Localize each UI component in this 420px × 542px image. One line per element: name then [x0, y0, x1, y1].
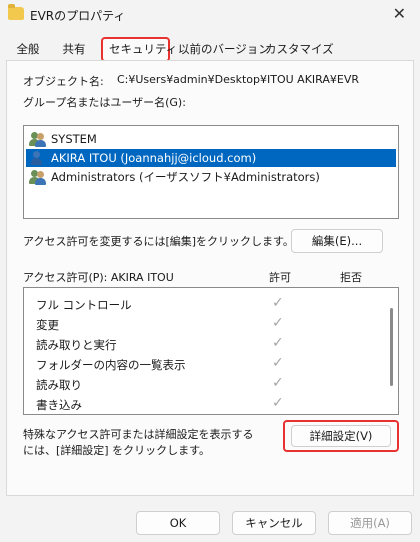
- permissions-list: フル コントロール ✓ 変更 ✓ 読み取りと実行 ✓ フォルダーの内容の一覧表示…: [23, 287, 399, 415]
- tab-security[interactable]: セキュリティ: [101, 37, 177, 62]
- table-row: 読み取りと実行 ✓: [24, 334, 384, 354]
- change-permissions-hint: アクセス許可を変更するには[編集]をクリックします。: [23, 235, 294, 248]
- tab-customize[interactable]: カスタマイズ: [259, 39, 334, 61]
- table-row: 読み取り ✓: [24, 374, 384, 394]
- check-icon: ✓: [272, 295, 284, 311]
- tab-previous-versions[interactable]: 以前のバージョン: [172, 39, 270, 61]
- check-icon: ✓: [272, 375, 284, 391]
- principal-name: AKIRA ITOU (Joannahjj@icloud.com): [51, 151, 257, 165]
- tab-sharing[interactable]: 共有: [54, 39, 94, 61]
- security-panel: オブジェクト名: C:¥Users¥admin¥Desktop¥ITOU AKI…: [6, 60, 414, 496]
- tab-general[interactable]: 全般: [8, 39, 48, 61]
- permissions-header: アクセス許可(P): AKIRA ITOU: [23, 271, 174, 284]
- group-users-icon: [29, 131, 47, 147]
- window-title: EVRのプロパティ: [30, 9, 126, 23]
- table-row: フォルダーの内容の一覧表示 ✓: [24, 354, 384, 374]
- list-item-selected[interactable]: AKIRA ITOU (Joannahjj@icloud.com): [26, 149, 396, 167]
- object-name-value: C:¥Users¥admin¥Desktop¥ITOU AKIRA¥EVR: [117, 73, 360, 86]
- permission-name: フォルダーの内容の一覧表示: [36, 358, 186, 372]
- permission-name: 変更: [36, 318, 59, 332]
- permission-name: 書き込み: [36, 398, 82, 412]
- advanced-button[interactable]: 詳細設定(V): [291, 425, 391, 447]
- check-icon: ✓: [272, 395, 284, 411]
- deny-column-header: 拒否: [340, 271, 362, 284]
- advanced-hint-line2: には、[詳細設定] をクリックします。: [23, 444, 210, 457]
- table-row: フル コントロール ✓: [24, 294, 384, 314]
- table-row: 変更 ✓: [24, 314, 384, 334]
- cancel-button[interactable]: キャンセル: [232, 511, 316, 535]
- close-icon[interactable]: ✕: [393, 4, 406, 23]
- list-item[interactable]: Administrators (イーザスソフト¥Administrators): [26, 168, 396, 186]
- apply-button[interactable]: 適用(A): [328, 511, 412, 535]
- principal-name: Administrators (イーザスソフト¥Administrators): [51, 170, 320, 184]
- title-bar: EVRのプロパティ ✕: [0, 0, 420, 30]
- edit-button[interactable]: 編集(E)...: [291, 229, 383, 253]
- folder-icon: [8, 4, 24, 20]
- object-name-label: オブジェクト名:: [23, 75, 104, 88]
- check-icon: ✓: [272, 335, 284, 351]
- check-icon: ✓: [272, 315, 284, 331]
- allow-column-header: 許可: [269, 271, 291, 284]
- advanced-hint-line1: 特殊なアクセス許可または詳細設定を表示する: [23, 428, 254, 441]
- user-icon: [29, 150, 47, 166]
- principal-name: SYSTEM: [51, 132, 97, 146]
- check-icon: ✓: [272, 355, 284, 371]
- scrollbar[interactable]: [390, 308, 393, 386]
- permission-name: 読み取り: [36, 378, 82, 392]
- group-users-icon: [29, 169, 47, 185]
- table-row: 書き込み ✓: [24, 394, 384, 414]
- permission-name: フル コントロール: [36, 298, 132, 312]
- list-item[interactable]: SYSTEM: [26, 130, 396, 148]
- tab-strip: 全般 共有 セキュリティ 以前のバージョン カスタマイズ: [6, 37, 414, 62]
- group-user-label: グループ名またはユーザー名(G):: [23, 96, 186, 109]
- principals-list[interactable]: SYSTEM AKIRA ITOU (Joannahjj@icloud.com)…: [23, 125, 399, 219]
- ok-button[interactable]: OK: [136, 511, 220, 535]
- advanced-button-highlight: 詳細設定(V): [283, 420, 399, 452]
- permission-name: 読み取りと実行: [36, 338, 117, 352]
